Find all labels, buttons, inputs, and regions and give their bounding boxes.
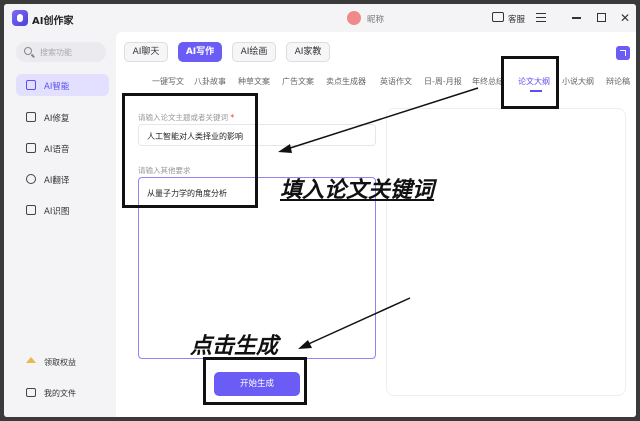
annotation-fill-keywords: 填入论文关键词 xyxy=(280,177,435,203)
search-icon xyxy=(24,47,32,55)
image-icon xyxy=(26,205,36,215)
subtab-item[interactable]: 卖点生成器 xyxy=(326,76,366,87)
service-link[interactable]: 客服 xyxy=(508,13,525,25)
title-bar: AI创作家 昵称 客服 ✕ xyxy=(4,4,636,32)
app-name: AI创作家 xyxy=(32,16,74,27)
annotation-box-generate xyxy=(203,357,307,405)
gift-icon xyxy=(26,357,36,363)
annotation-click-generate: 点击生成 xyxy=(190,333,279,359)
sidebar-item-label: AI识图 xyxy=(44,207,70,217)
sidebar-footer-benefits[interactable]: 领取权益 xyxy=(16,352,109,372)
app-logo-icon xyxy=(12,10,28,26)
maximize-icon[interactable] xyxy=(597,13,606,22)
subtab-item[interactable]: 广告文案 xyxy=(282,76,314,87)
tab-ai-drawing[interactable]: AI绘画 xyxy=(232,42,276,62)
sidebar-item-label: AI语音 xyxy=(44,145,70,155)
close-icon[interactable]: ✕ xyxy=(620,12,630,24)
chat-icon[interactable] xyxy=(492,12,504,22)
subtab-item[interactable]: 英语作文 xyxy=(380,76,412,87)
minimize-icon[interactable] xyxy=(572,17,581,19)
file-icon xyxy=(26,388,36,397)
subtab-item[interactable]: 一键写文 xyxy=(152,76,184,87)
search-input[interactable]: 搜索功能 xyxy=(16,42,106,62)
sidebar-item-label: AI修复 xyxy=(44,114,70,124)
subtab-item[interactable]: 日-周-月报 xyxy=(424,76,462,87)
sidebar-item-ai-voice[interactable]: AI语音 xyxy=(16,137,109,159)
sidebar-item-ai-smart[interactable]: AI智能 xyxy=(16,74,109,96)
annotation-box-tab xyxy=(501,56,559,109)
voice-icon xyxy=(26,143,36,153)
sidebar-footer-label: 我的文件 xyxy=(44,389,76,398)
repair-icon xyxy=(26,112,36,122)
tab-ai-tutor[interactable]: AI家教 xyxy=(286,42,330,62)
nickname[interactable]: 昵称 xyxy=(367,13,384,25)
translate-icon xyxy=(26,174,36,184)
sidebar-item-ai-image-recognition[interactable]: AI识图 xyxy=(16,199,109,221)
sidebar-footer-label: 领取权益 xyxy=(44,358,76,367)
sidebar-item-ai-translate[interactable]: AI翻译 xyxy=(16,168,109,190)
annotation-box-keyword xyxy=(122,93,258,208)
search-placeholder: 搜索功能 xyxy=(40,48,72,57)
sidebar-item-label: AI智能 xyxy=(44,82,70,92)
menu-icon[interactable] xyxy=(536,13,546,22)
avatar[interactable] xyxy=(347,11,361,25)
subtab-item[interactable]: 种草文案 xyxy=(238,76,270,87)
subtab-item[interactable]: 辩论稿 xyxy=(606,76,630,87)
subtab-item[interactable]: 小说大纲 xyxy=(562,76,594,87)
ai-chip-icon xyxy=(26,80,36,90)
tab-ai-chat[interactable]: AI聊天 xyxy=(124,42,168,62)
subtab-item[interactable]: 年终总结 xyxy=(472,76,504,87)
subtab-item[interactable]: 八卦故事 xyxy=(194,76,226,87)
back-icon[interactable] xyxy=(616,46,630,60)
sidebar-item-ai-repair[interactable]: AI修复 xyxy=(16,106,109,128)
output-panel xyxy=(386,108,626,396)
sidebar: 搜索功能 AI智能 AI修复 AI语音 AI翻译 AI识图 领取权益 我的文件 xyxy=(4,32,116,417)
tab-ai-writing[interactable]: AI写作 xyxy=(178,42,222,62)
sidebar-footer-files[interactable]: 我的文件 xyxy=(16,383,109,403)
sidebar-item-label: AI翻译 xyxy=(44,176,70,186)
